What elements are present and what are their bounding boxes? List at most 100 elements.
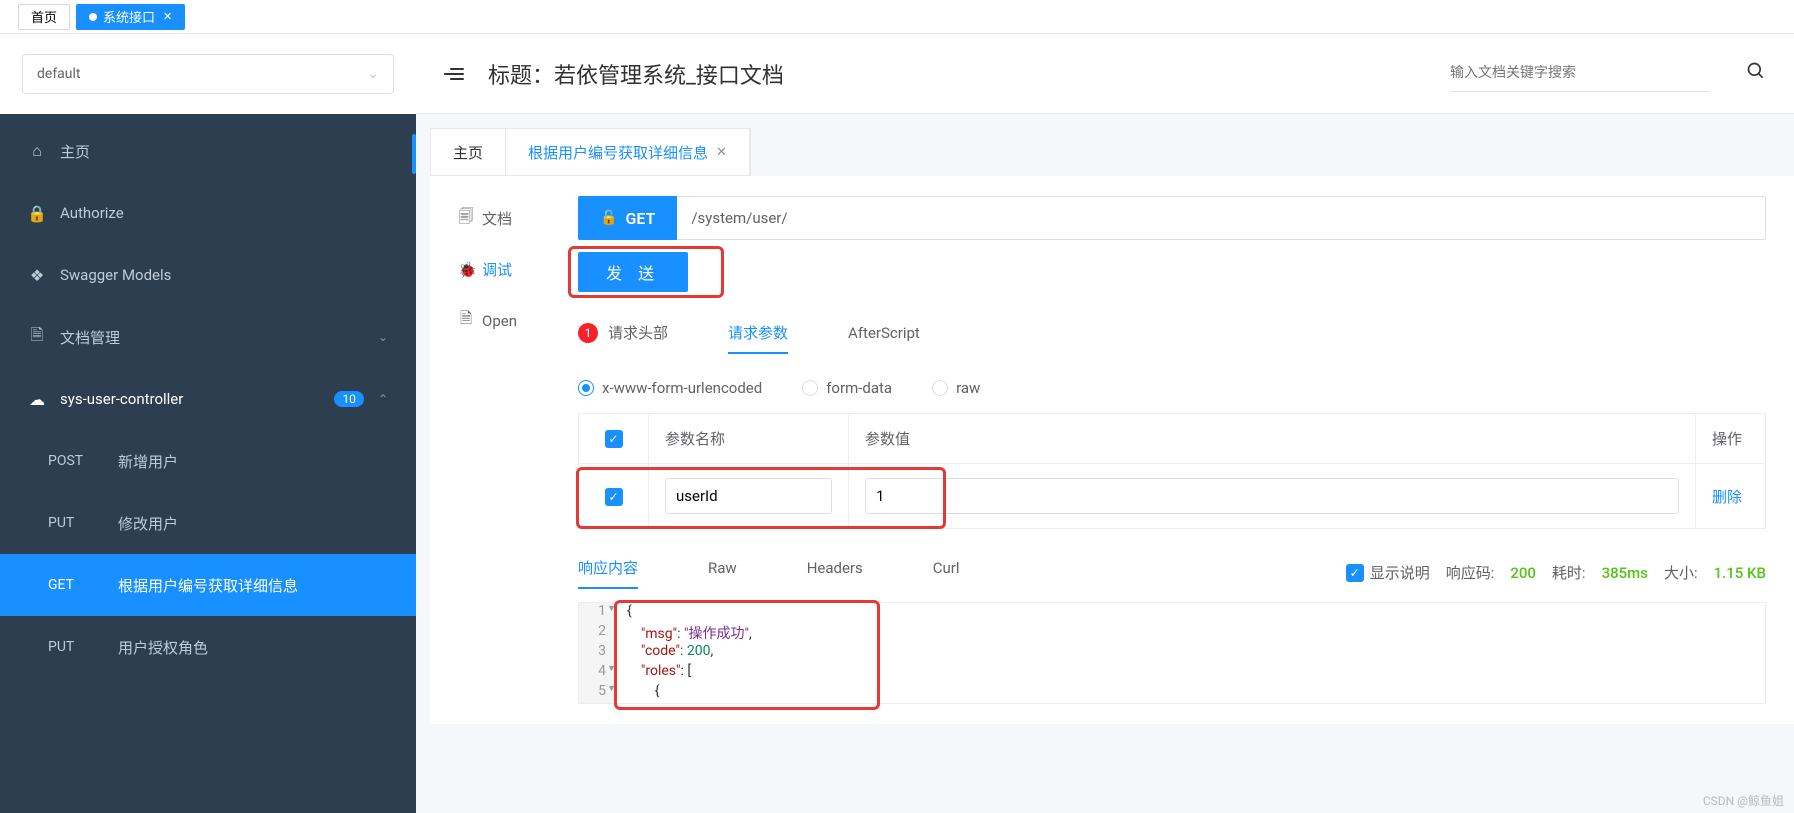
tab-response-headers[interactable]: Headers [807, 559, 863, 587]
doc-tab-active[interactable]: 根据用户编号获取详细信息 ✕ [506, 129, 750, 175]
endpoint-label: 修改用户 [118, 513, 388, 534]
request-tabs: 1 请求头部 请求参数 AfterScript [578, 322, 1766, 353]
radio-urlencoded[interactable]: x-www-form-urlencoded [578, 379, 762, 397]
col-param-name: 参数名称 [649, 414, 849, 464]
param-value-input[interactable] [865, 478, 1679, 514]
bug-icon: 🐞 [458, 261, 474, 279]
method-label: PUT [48, 515, 98, 531]
content-area: 标题：若依管理系统_接口文档 主页 根据用户编号获取详细信息 ✕ 🗐 文档 [416, 34, 1794, 813]
count-badge: 10 [334, 391, 364, 407]
doc-tab-label: 根据用户编号获取详细信息 [528, 142, 708, 163]
group-select-value: default [37, 66, 81, 82]
doc-tab-home[interactable]: 主页 [431, 129, 506, 175]
page-title: 标题：若依管理系统_接口文档 [488, 58, 784, 90]
top-tab-label: 系统接口 [103, 7, 155, 26]
top-tabs-bar: 首页 系统接口 ✕ [0, 0, 1794, 34]
close-icon[interactable]: ✕ [163, 10, 172, 23]
method-label: PUT [48, 639, 98, 655]
nav-list: ⌂ 主页 🔒 Authorize ❖ Swagger Models 🗎 文档管理… [0, 114, 416, 813]
response-tabs: 响应内容 Raw Headers Curl ✓ 显示说明 响应码: 200 耗时… [578, 557, 1766, 588]
method-badge: 🔓 GET [578, 196, 677, 240]
encoding-radio-row: x-www-form-urlencoded form-data raw [578, 379, 1766, 397]
tab-label: 请求头部 [608, 322, 668, 343]
chevron-down-icon: ⌄ [367, 66, 379, 82]
radio-label: form-data [826, 379, 892, 397]
nav-authorize[interactable]: 🔒 Authorize [0, 182, 416, 244]
side-tab-open[interactable]: 🗎 Open [458, 308, 550, 333]
side-tab-debug[interactable]: 🐞 调试 [458, 259, 550, 280]
resp-size-value: 1.15 KB [1714, 564, 1766, 582]
chevron-up-icon: ⌃ [378, 392, 388, 406]
nav-controller[interactable]: ☁ sys-user-controller 10 ⌃ [0, 368, 416, 430]
nav-label: 文档管理 [60, 327, 364, 348]
delete-link[interactable]: 删除 [1712, 488, 1742, 506]
checkbox-icon: ✓ [1346, 564, 1364, 582]
doc-tabs: 主页 根据用户编号获取详细信息 ✕ [430, 128, 751, 176]
response-info: ✓ 显示说明 响应码: 200 耗时: 385ms 大小: 1.15 KB [1346, 562, 1766, 583]
top-tab-home[interactable]: 首页 [18, 4, 70, 30]
side-tab-label: 调试 [482, 259, 512, 280]
resp-time-label: 耗时: [1552, 562, 1586, 583]
nav-label: 主页 [60, 141, 388, 162]
tab-dot-icon [89, 13, 97, 21]
endpoint-item[interactable]: PUT 用户授权角色 [0, 616, 416, 678]
endpoint-item-active[interactable]: GET 根据用户编号获取详细信息 [0, 554, 416, 616]
show-desc-label: 显示说明 [1370, 562, 1430, 583]
endpoint-label: 根据用户编号获取详细信息 [118, 575, 388, 596]
tab-request-params[interactable]: 请求参数 [728, 322, 788, 353]
nav-label: Authorize [60, 204, 388, 222]
endpoint-item[interactable]: POST 新增用户 [0, 430, 416, 492]
checkbox-all[interactable]: ✓ [605, 430, 623, 448]
tab-request-headers[interactable]: 1 请求头部 [578, 322, 668, 353]
cloud-icon: ☁ [28, 390, 46, 409]
top-tab-active[interactable]: 系统接口 ✕ [76, 4, 185, 30]
params-table: ✓ 参数名称 参数值 操作 ✓ [578, 413, 1766, 529]
search-input[interactable] [1450, 56, 1710, 92]
radio-raw[interactable]: raw [932, 379, 980, 397]
table-row: ✓ 删除 [579, 464, 1766, 529]
side-tab-label: Open [482, 312, 517, 330]
sidebar: default ⌄ ⌂ 主页 🔒 Authorize ❖ Swagger Mod… [0, 34, 416, 813]
resp-code-label: 响应码: [1446, 562, 1495, 583]
cube-icon: ❖ [28, 266, 46, 285]
response-body: 1▼{ 2 "msg": "操作成功", 3 "code": 200, 4▼ "… [578, 602, 1766, 704]
radio-icon [802, 380, 818, 396]
show-desc-toggle[interactable]: ✓ 显示说明 [1346, 562, 1430, 583]
param-name-input[interactable] [665, 478, 832, 514]
count-badge: 1 [578, 323, 598, 343]
side-tab-doc[interactable]: 🗐 文档 [458, 206, 550, 231]
method-text: GET [625, 209, 655, 228]
chevron-down-icon: ⌄ [378, 330, 388, 344]
lock-icon: 🔓 [600, 210, 617, 226]
tab-afterscript[interactable]: AfterScript [848, 324, 920, 352]
document-icon: 🗐 [458, 206, 474, 231]
tab-response-raw[interactable]: Raw [708, 559, 737, 587]
nav-swagger-models[interactable]: ❖ Swagger Models [0, 244, 416, 306]
search-icon[interactable] [1746, 61, 1766, 86]
header-bar: 标题：若依管理系统_接口文档 [416, 34, 1794, 114]
home-icon: ⌂ [28, 141, 46, 161]
tab-response-curl[interactable]: Curl [933, 559, 960, 587]
watermark: CSDN @鲸鱼姐 [1703, 792, 1784, 809]
endpoint-label: 新增用户 [118, 451, 388, 472]
col-action: 操作 [1696, 414, 1766, 464]
resp-time-value: 385ms [1602, 564, 1648, 582]
collapse-sidebar-button[interactable] [444, 68, 464, 80]
tab-response-content[interactable]: 响应内容 [578, 557, 638, 588]
group-select[interactable]: default ⌄ [22, 54, 394, 94]
open-icon: 🗎 [458, 308, 474, 333]
lock-icon: 🔒 [28, 204, 46, 223]
side-tab-label: 文档 [482, 208, 512, 229]
doc-icon: 🗎 [28, 324, 46, 351]
url-input[interactable] [677, 196, 1766, 240]
close-icon[interactable]: ✕ [716, 145, 727, 160]
endpoint-item[interactable]: PUT 修改用户 [0, 492, 416, 554]
api-right-area: 🔓 GET 发 送 1 请求头部 请求参数 [578, 196, 1766, 704]
col-param-value: 参数值 [849, 414, 1696, 464]
checkbox-row[interactable]: ✓ [605, 488, 623, 506]
radio-formdata[interactable]: form-data [802, 379, 892, 397]
panel-side-tabs: 🗐 文档 🐞 调试 🗎 Open [458, 196, 550, 704]
send-button[interactable]: 发 送 [578, 252, 688, 292]
nav-home[interactable]: ⌂ 主页 [0, 120, 416, 182]
nav-doc-manage[interactable]: 🗎 文档管理 ⌄ [0, 306, 416, 368]
